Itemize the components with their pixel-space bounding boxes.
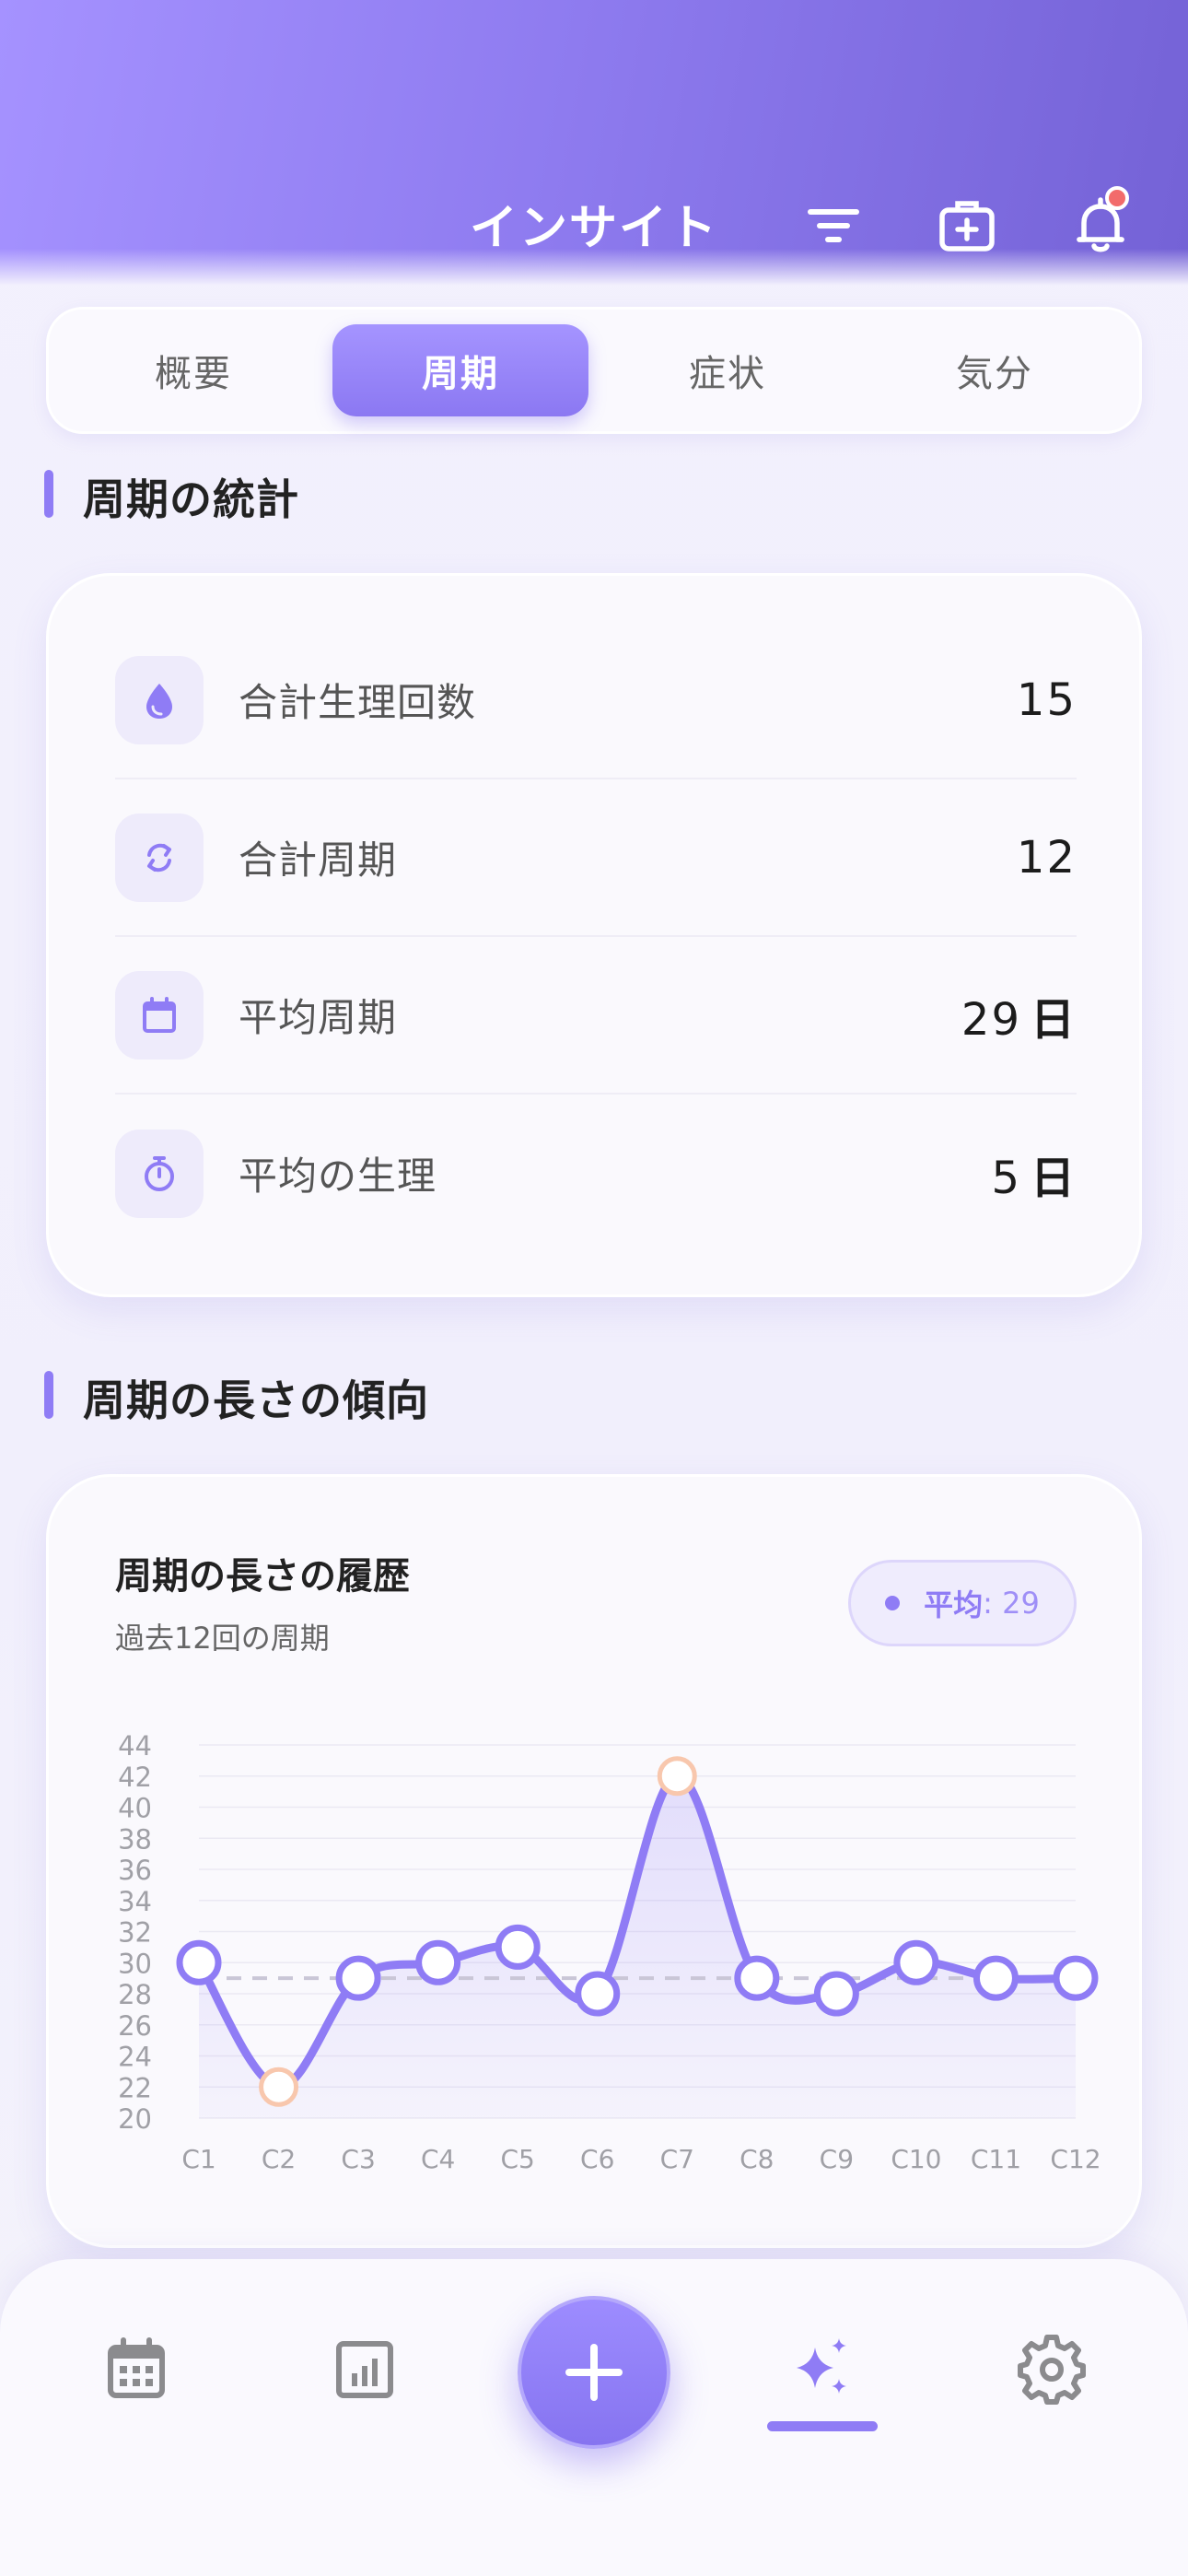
x-tick-label: C9 [820, 2144, 854, 2174]
add-icon [565, 2344, 623, 2401]
data-point [973, 1955, 1019, 2001]
calendar-icon [108, 2337, 165, 2398]
y-tick-label: 42 [118, 1762, 152, 1793]
y-tick-label: 26 [118, 2010, 152, 2042]
y-tick-label: 34 [118, 1886, 152, 1917]
x-tick-label: C6 [580, 2144, 614, 2174]
add-button[interactable] [518, 2296, 670, 2449]
drop-icon [115, 655, 204, 744]
stat-value: 12 [1016, 831, 1077, 884]
x-tick-label: C11 [971, 2144, 1021, 2174]
tab-cycle[interactable]: 周期 [332, 324, 588, 416]
y-tick-label: 40 [118, 1793, 152, 1824]
y-tick-label: 38 [118, 1823, 152, 1855]
data-point [415, 1939, 461, 1985]
stat-value: 29 日 [961, 993, 1077, 1046]
notification-badge [1105, 186, 1129, 210]
stat-row-total-cycles: 合計周期 12 [115, 779, 1077, 937]
x-tick-label: C10 [891, 2144, 941, 2174]
stat-label: 合計周期 [239, 837, 398, 883]
cycle-icon [115, 813, 204, 902]
stopwatch-icon [115, 1129, 204, 1218]
medical-kit-icon [939, 201, 995, 252]
tab-symptoms[interactable]: 症状 [600, 324, 856, 416]
section-title-stats: 周期の統計 [44, 466, 299, 527]
y-tick-label: 24 [118, 2042, 152, 2073]
x-tick-label: C4 [421, 2144, 455, 2174]
data-point [259, 2067, 299, 2107]
stat-label: 平均周期 [239, 995, 398, 1040]
data-point [657, 1756, 697, 1797]
active-tab-indicator [767, 2421, 878, 2431]
filter-button[interactable] [801, 193, 866, 258]
filter-icon [808, 209, 859, 242]
data-point [176, 1939, 222, 1985]
cycle-length-chart: 20222426283032343638404244 C1 C2 C3 C4 C5 C6 C7… [118, 1730, 1101, 2174]
data-point [575, 1971, 621, 2017]
y-tick-label: 20 [118, 2103, 152, 2135]
notification-button[interactable] [1068, 186, 1133, 258]
data-point [335, 1955, 381, 2001]
stats-card: 合計生理回数 15 合計周期 12 平均周期 29 日 平均の生理 5日 [46, 573, 1142, 1297]
stat-label: 合計生理回数 [239, 680, 477, 725]
nav-calendar[interactable] [90, 2324, 182, 2416]
page-title: インサイト [469, 201, 718, 256]
stat-row-total-periods: 合計生理回数 15 [115, 622, 1077, 779]
x-tick-label: C7 [660, 2144, 694, 2174]
app-header: インサイト [0, 0, 1188, 286]
data-point [813, 1971, 859, 2017]
data-point [1053, 1955, 1099, 2001]
calendar-icon [115, 970, 204, 1060]
bottom-navigation [0, 2259, 1188, 2576]
stat-value: 5日 [991, 1152, 1077, 1204]
y-tick-label: 32 [118, 1917, 152, 1949]
data-point [495, 1924, 541, 1970]
x-tick-label: C3 [341, 2144, 375, 2174]
nav-insights[interactable] [776, 2324, 868, 2416]
chart-card: 周期の長さの履歴 過去12回の周期 平均: 29 20 22 24 26 28 30 32 3… [46, 1474, 1142, 2248]
segmented-tabs: 概要 周期 症状 気分 [46, 307, 1142, 434]
sparkles-icon [797, 2338, 846, 2394]
stat-label: 平均の生理 [239, 1153, 437, 1199]
y-tick-label: 44 [118, 1730, 152, 1762]
tab-mood[interactable]: 気分 [867, 324, 1123, 416]
section-title-trend: 周期の長さの傾向 [44, 1367, 429, 1428]
y-tick-label: 30 [118, 1948, 152, 1979]
data-point [893, 1939, 939, 1985]
medical-kit-button[interactable] [935, 193, 999, 258]
gear-icon [1018, 2335, 1086, 2405]
y-tick-label: 28 [118, 1979, 152, 2010]
x-tick-label: C12 [1050, 2144, 1101, 2174]
stat-row-average-cycle: 平均周期 29 日 [115, 937, 1077, 1095]
y-tick-label: 22 [118, 2072, 152, 2103]
nav-analytics[interactable] [319, 2324, 411, 2416]
y-tick-label: 36 [118, 1855, 152, 1886]
line-area-fill [199, 1775, 1076, 2118]
stat-row-average-period: 平均の生理 5日 [115, 1095, 1077, 1252]
nav-settings[interactable] [1006, 2324, 1098, 2416]
x-tick-label: C2 [262, 2144, 296, 2174]
x-tick-label: C8 [740, 2144, 774, 2174]
tab-overview[interactable]: 概要 [65, 324, 321, 416]
x-tick-label: C5 [500, 2144, 534, 2174]
chart-icon [336, 2341, 393, 2398]
x-tick-label: C1 [181, 2144, 215, 2174]
data-point [734, 1955, 780, 2001]
stat-value: 15 [1016, 673, 1077, 726]
